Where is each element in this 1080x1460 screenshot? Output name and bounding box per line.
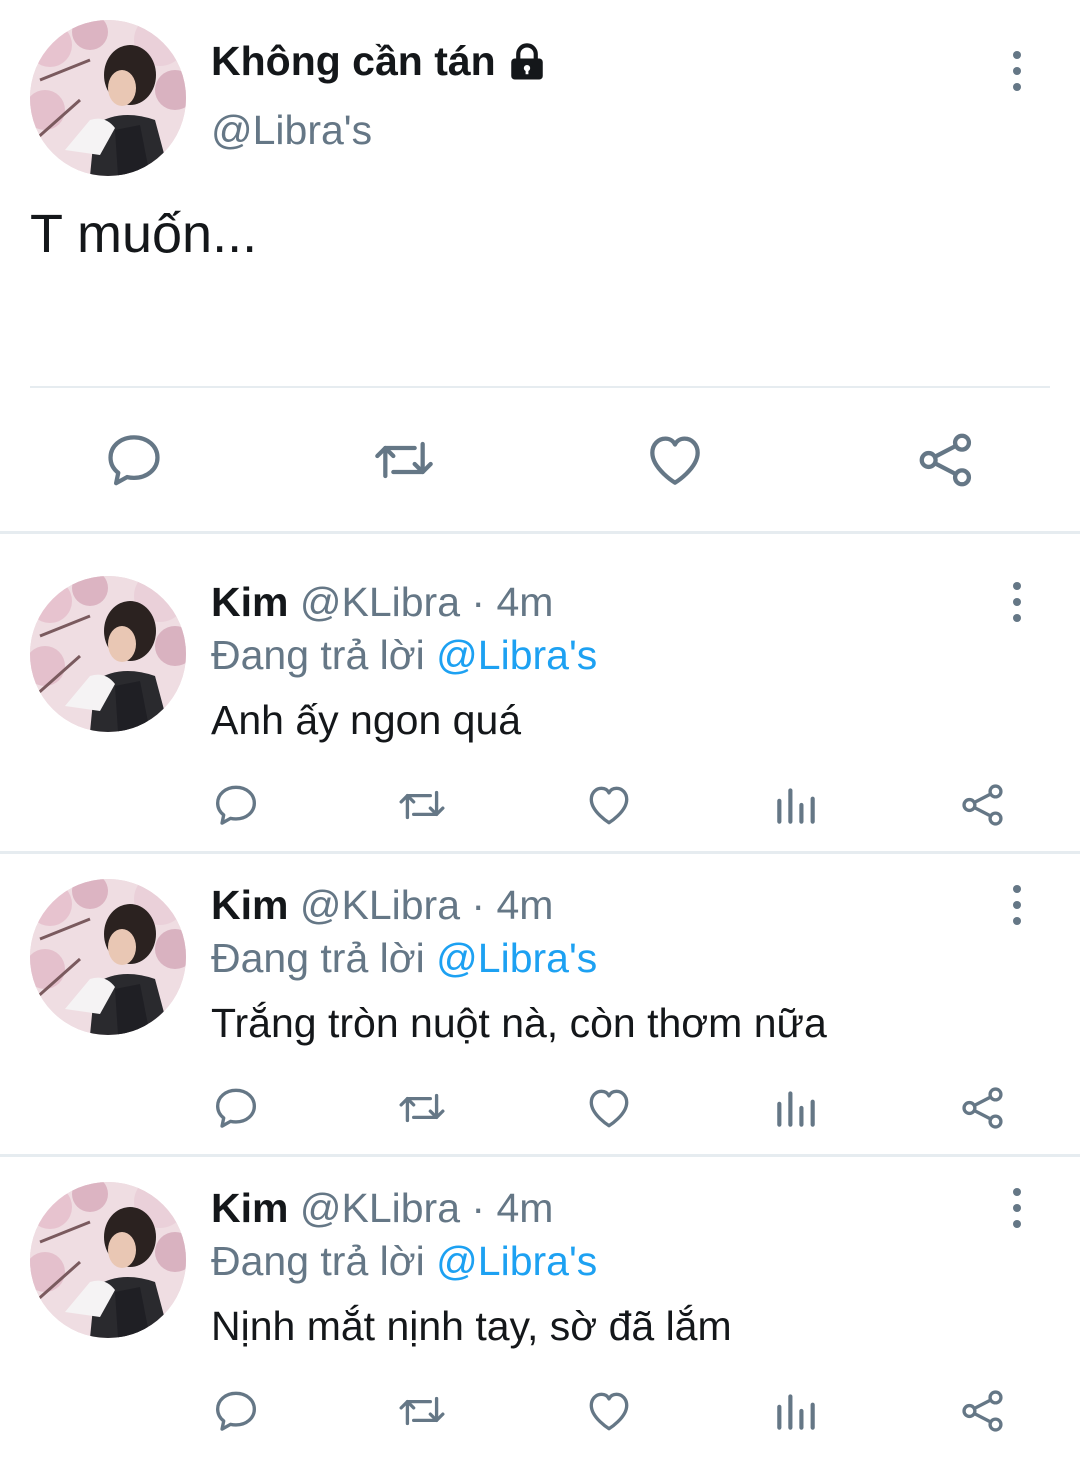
analytics-icon[interactable] bbox=[771, 1083, 821, 1133]
avatar-photo bbox=[30, 576, 186, 732]
replying-to-label: Đang trả lời bbox=[211, 1238, 425, 1284]
replying-to-line: Đang trả lời @Libra's bbox=[211, 632, 597, 679]
separator-dot: · bbox=[471, 1185, 486, 1231]
reply-timestamp: 4m bbox=[496, 1185, 554, 1231]
share-icon[interactable] bbox=[958, 780, 1008, 830]
like-icon[interactable] bbox=[643, 428, 707, 492]
display-name-text: Không cần tán bbox=[211, 38, 496, 84]
replying-to-label: Đang trả lời bbox=[211, 935, 425, 981]
share-icon[interactable] bbox=[958, 1083, 1008, 1133]
replying-to-mention[interactable]: @Libra's bbox=[436, 1238, 597, 1284]
like-icon[interactable] bbox=[584, 1386, 634, 1436]
reply-icon[interactable] bbox=[102, 428, 166, 492]
reply-author-name[interactable]: Kim bbox=[211, 579, 288, 625]
share-icon[interactable] bbox=[958, 1386, 1008, 1436]
reply-tweet[interactable]: Kim @KLibra · 4m Đang trả lời @Libra's A… bbox=[0, 534, 1080, 837]
replying-to-line: Đang trả lời @Libra's bbox=[211, 1238, 597, 1285]
separator-dot: · bbox=[471, 882, 486, 928]
reply-timestamp: 4m bbox=[496, 882, 554, 928]
reply-text: Nịnh mắt nịnh tay, sờ đã lắm bbox=[211, 1303, 732, 1349]
reply-author-name[interactable]: Kim bbox=[211, 1185, 288, 1231]
retweet-icon[interactable] bbox=[397, 780, 447, 830]
retweet-icon[interactable] bbox=[397, 1386, 447, 1436]
avatar[interactable] bbox=[30, 1182, 186, 1338]
like-icon[interactable] bbox=[584, 1083, 634, 1133]
lock-icon bbox=[506, 41, 548, 83]
tweet-thread-screen: Không cần tán @Libra's T muốn... Kim @KL… bbox=[0, 0, 1080, 1460]
reply-author-handle[interactable]: @KLibra bbox=[300, 1185, 460, 1231]
reply-icon[interactable] bbox=[211, 780, 261, 830]
more-options-icon[interactable] bbox=[997, 1184, 1037, 1234]
reply-icon[interactable] bbox=[211, 1386, 261, 1436]
avatar[interactable] bbox=[30, 879, 186, 1035]
separator-dot: · bbox=[471, 579, 486, 625]
reply-header: Kim @KLibra · 4m bbox=[211, 882, 553, 929]
reply-author-handle[interactable]: @KLibra bbox=[300, 882, 460, 928]
share-icon[interactable] bbox=[914, 428, 978, 492]
replying-to-line: Đang trả lời @Libra's bbox=[211, 935, 597, 982]
reply-tweet[interactable]: Kim @KLibra · 4m Đang trả lời @Libra's N… bbox=[0, 1140, 1080, 1443]
reply-timestamp: 4m bbox=[496, 579, 554, 625]
reply-header: Kim @KLibra · 4m bbox=[211, 1185, 553, 1232]
more-options-icon[interactable] bbox=[997, 578, 1037, 628]
replying-to-mention[interactable]: @Libra's bbox=[436, 935, 597, 981]
reply-text: Trắng tròn nuột nà, còn thơm nữa bbox=[211, 1000, 827, 1046]
more-options-icon[interactable] bbox=[997, 881, 1037, 931]
reply-icon[interactable] bbox=[211, 1083, 261, 1133]
more-options-icon[interactable] bbox=[997, 47, 1037, 97]
reply-tweet[interactable]: Kim @KLibra · 4m Đang trả lời @Libra's T… bbox=[0, 837, 1080, 1140]
reply-header: Kim @KLibra · 4m bbox=[211, 579, 553, 626]
reply-author-name[interactable]: Kim bbox=[211, 882, 288, 928]
user-handle[interactable]: @Libra's bbox=[211, 107, 372, 154]
replying-to-label: Đang trả lời bbox=[211, 632, 425, 678]
retweet-icon[interactable] bbox=[397, 1083, 447, 1133]
replying-to-mention[interactable]: @Libra's bbox=[436, 632, 597, 678]
avatar-photo bbox=[30, 879, 186, 1035]
analytics-icon[interactable] bbox=[771, 780, 821, 830]
retweet-icon[interactable] bbox=[372, 428, 436, 492]
like-icon[interactable] bbox=[584, 780, 634, 830]
avatar-photo bbox=[30, 1182, 186, 1338]
avatar[interactable] bbox=[30, 576, 186, 732]
divider bbox=[30, 386, 1050, 388]
main-tweet: Không cần tán @Libra's T muốn... bbox=[0, 0, 1080, 532]
reply-author-handle[interactable]: @KLibra bbox=[300, 579, 460, 625]
reply-text: Anh ấy ngon quá bbox=[211, 697, 522, 743]
display-name[interactable]: Không cần tán bbox=[211, 38, 548, 85]
avatar-photo bbox=[30, 20, 186, 176]
tweet-text: T muốn... bbox=[30, 204, 258, 264]
analytics-icon[interactable] bbox=[771, 1386, 821, 1436]
avatar[interactable] bbox=[30, 20, 186, 176]
